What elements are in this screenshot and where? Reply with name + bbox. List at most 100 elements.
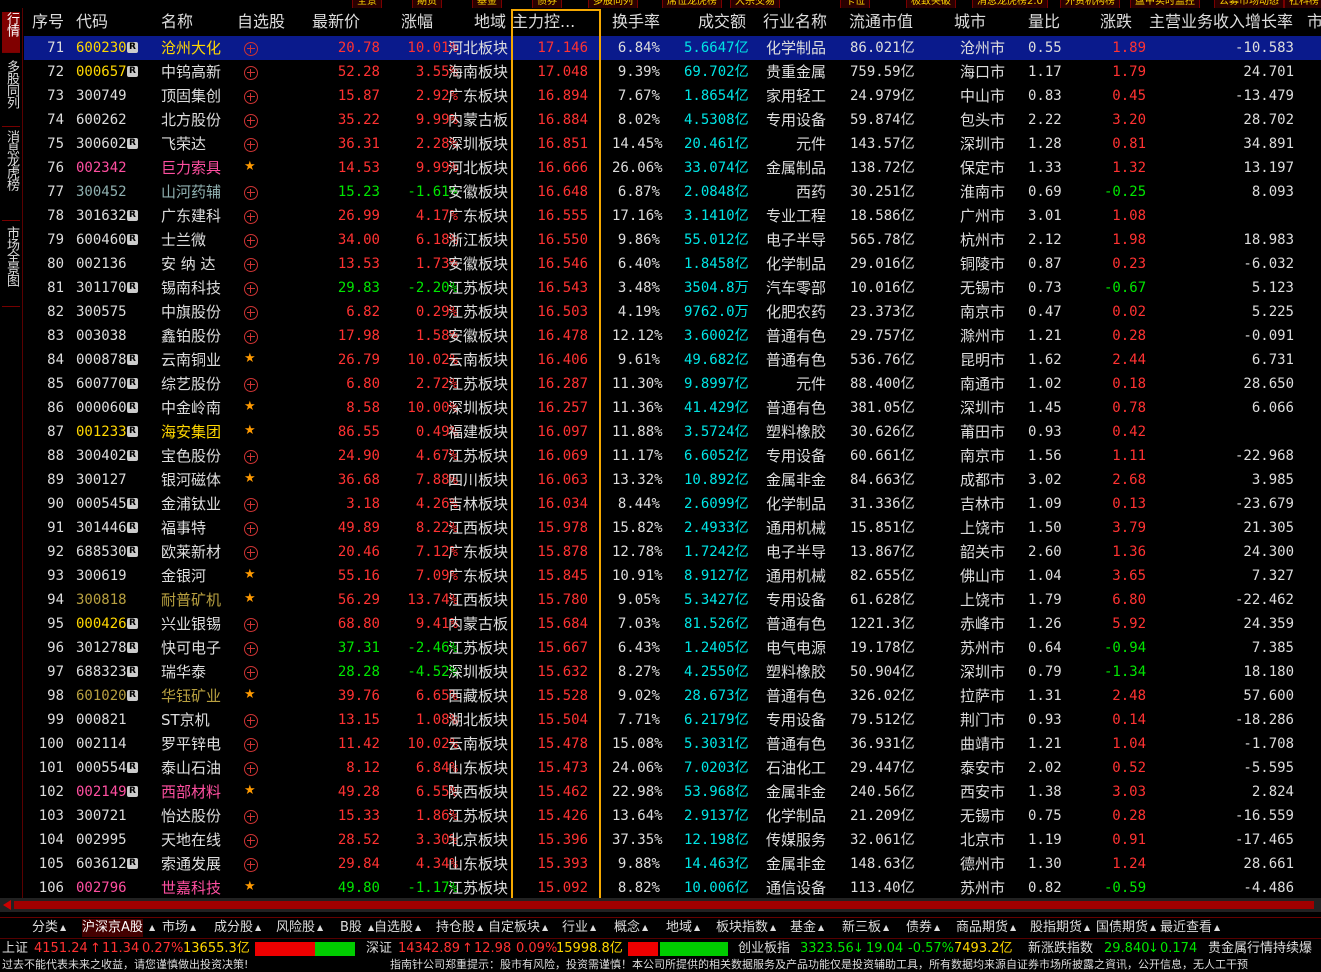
add-watchlist-icon[interactable]: [244, 546, 258, 560]
news-ticker[interactable]: 贵金属行情持续爆: [1208, 939, 1312, 959]
bottom-tab[interactable]: 股指期货: [1030, 919, 1082, 937]
table-row[interactable]: 92 688530 欧莱新材 R 20.46 7.12% 广东板块 15.878 12.78% 1…: [24, 540, 1321, 564]
top-tab[interactable]: 基金: [472, 0, 502, 8]
top-tab[interactable]: 极致突破: [906, 0, 956, 8]
add-watchlist-icon[interactable]: [244, 450, 258, 464]
stock-name[interactable]: 金银河: [161, 564, 206, 588]
table-row[interactable]: 102 002149 西部材料 R ★ 49.28 6.55% 陕西板块 15.462 22.98…: [24, 780, 1321, 804]
stock-name[interactable]: 中钨高新: [161, 60, 221, 84]
sidebar-tab-multi-stock[interactable]: 多股同列: [2, 60, 20, 127]
col-header-revenue-growth[interactable]: 主营业务收入增长率: [1149, 8, 1293, 36]
col-header-region[interactable]: 地域: [474, 8, 506, 36]
table-row[interactable]: 78 301632 广东建科 R 26.99 4.17% 广东板块 16.555 17.16% 3…: [24, 204, 1321, 228]
sidebar-tab-market-panorama[interactable]: 市场全景图: [2, 226, 20, 307]
table-row[interactable]: 73 300749 顶固集创 15.87 2.92% 广东板块 16.894 7.67% 1.8…: [24, 84, 1321, 108]
top-tab[interactable]: 全景: [352, 0, 382, 8]
col-header-change[interactable]: 涨跌: [1100, 8, 1132, 36]
col-header-amount[interactable]: 成交额: [698, 8, 746, 36]
add-watchlist-icon[interactable]: [244, 282, 258, 296]
col-header-float-cap[interactable]: 流通市值: [849, 8, 913, 36]
table-row[interactable]: 86 000060 中金岭南 R ★ 8.58 10.00% 深圳板块 16.257 11.36%…: [24, 396, 1321, 420]
top-tab[interactable]: 期货: [412, 0, 442, 8]
add-watchlist-icon[interactable]: [244, 618, 258, 632]
col-header-extra[interactable]: 市: [1307, 8, 1321, 36]
top-tab[interactable]: 席位龙虎榜: [662, 0, 722, 8]
bottom-tab[interactable]: 新三板: [842, 919, 881, 937]
table-row[interactable]: 93 300619 金银河 ★ 55.16 7.09% 广东板块 15.845 10.91% 8.…: [24, 564, 1321, 588]
horizontal-scrollbar[interactable]: [0, 898, 1321, 912]
add-watchlist-icon[interactable]: [244, 498, 258, 512]
table-row[interactable]: 97 688323 瑞华泰 R 28.28 -4.52% 深圳板块 15.632 8.27% 4.…: [24, 660, 1321, 684]
bottom-tab[interactable]: 持仓股: [436, 919, 475, 937]
stock-name[interactable]: 中金岭南: [161, 396, 221, 420]
table-row[interactable]: 89 300127 银河磁体 ★ 36.68 7.88% 四川板块 16.063 13.32% 1…: [24, 468, 1321, 492]
bottom-tab[interactable]: 分类: [32, 919, 58, 937]
table-row[interactable]: 90 000545 金浦钛业 R 3.18 4.26% 吉林板块 16.034 8.44% 2.6…: [24, 492, 1321, 516]
bottom-tab[interactable]: 基金: [790, 919, 816, 937]
stock-name[interactable]: 兴业银锡: [161, 612, 221, 636]
bottom-tab[interactable]: 板块指数: [716, 919, 768, 937]
table-row[interactable]: 88 300402 宝色股份 R 24.90 4.67% 江苏板块 16.069 11.17% 6…: [24, 444, 1321, 468]
table-row[interactable]: 103 300721 怡达股份 15.33 1.86% 江苏板块 15.426 13.64% 2…: [24, 804, 1321, 828]
stock-name[interactable]: 瑞华泰: [161, 660, 206, 684]
top-tab[interactable]: 债券: [532, 0, 562, 8]
bottom-tab[interactable]: B股: [340, 919, 362, 937]
col-header-volume-ratio[interactable]: 量比: [1028, 8, 1060, 36]
stock-name[interactable]: 北方股份: [161, 108, 221, 132]
add-watchlist-icon[interactable]: [244, 234, 258, 248]
stock-name[interactable]: 宝色股份: [161, 444, 221, 468]
col-header-industry[interactable]: 行业名称: [763, 8, 827, 36]
table-row[interactable]: 99 000821 ST京机 13.15 1.08% 湖北板块 15.504 7.71% 6.2…: [24, 708, 1321, 732]
table-row[interactable]: 96 301278 快可电子 R 37.31 -2.46% 江苏板块 15.667 6.43% 1…: [24, 636, 1321, 660]
add-watchlist-icon[interactable]: [244, 114, 258, 128]
add-watchlist-icon[interactable]: [244, 522, 258, 536]
table-row[interactable]: 71 600230 沧州大化 R 20.78 10.01% 河北板块 17.146 6.84% 5…: [24, 36, 1321, 60]
table-row[interactable]: 87 001233 海安集团 R ★ 86.55 0.49% 福建板块 16.097 11.88%…: [24, 420, 1321, 444]
top-tab[interactable]: 大宗交易: [730, 0, 780, 8]
top-tab[interactable]: 外资机构榜: [1060, 0, 1120, 8]
add-watchlist-icon[interactable]: [244, 258, 258, 272]
stock-name[interactable]: 泰山石油: [161, 756, 221, 780]
table-row[interactable]: 81 301170 锡南科技 R 29.83 -2.20% 江苏板块 16.543 3.48% 3…: [24, 276, 1321, 300]
stock-name[interactable]: 海安集团: [161, 420, 221, 444]
add-watchlist-icon[interactable]: [244, 834, 258, 848]
bottom-tab[interactable]: 成分股: [214, 919, 253, 937]
bottom-tab[interactable]: 自定板块: [488, 919, 540, 937]
stock-name[interactable]: 怡达股份: [161, 804, 221, 828]
table-row[interactable]: 72 000657 中钨高新 R 52.28 3.55% 海南板块 17.048 9.39% 69…: [24, 60, 1321, 84]
col-header-no[interactable]: 序号: [32, 8, 64, 36]
bottom-tab[interactable]: 风险股: [276, 919, 315, 937]
col-header-name[interactable]: 名称: [161, 8, 193, 36]
table-row[interactable]: 100 002114 罗平锌电 11.42 10.02% 云南板块 15.478 15.08%…: [24, 732, 1321, 756]
table-row[interactable]: 95 000426 兴业银锡 R 68.80 9.41% 内蒙古板 15.684 7.03% 81…: [24, 612, 1321, 636]
add-watchlist-icon[interactable]: [244, 306, 258, 320]
top-tab[interactable]: 盘中实时监控: [1130, 0, 1200, 8]
add-watchlist-icon[interactable]: [244, 858, 258, 872]
bottom-tab[interactable]: 沪深京A股: [82, 919, 143, 937]
col-header-code[interactable]: 代码: [76, 8, 108, 36]
add-watchlist-icon[interactable]: [244, 810, 258, 824]
stock-name[interactable]: 鑫铂股份: [161, 324, 221, 348]
top-tab[interactable]: 多股同列: [588, 0, 638, 8]
xz-label[interactable]: 新涨跌指数: [1028, 939, 1093, 959]
top-tab[interactable]: 公募市场动态: [1214, 0, 1284, 8]
add-watchlist-icon[interactable]: [244, 642, 258, 656]
col-header-main-control[interactable]: 主力控...: [512, 8, 575, 36]
stock-name[interactable]: 云南铜业: [161, 348, 221, 372]
table-row[interactable]: 74 600262 北方股份 35.22 9.99% 内蒙古板 16.884 8.02% 4.5…: [24, 108, 1321, 132]
sidebar-tab-news-dragon-tiger[interactable]: 消息龙虎榜2.0: [0, 130, 20, 221]
add-watchlist-icon[interactable]: [244, 378, 258, 392]
sh-label[interactable]: 上证: [2, 939, 28, 959]
stock-name[interactable]: 安 纳 达: [161, 252, 216, 276]
table-row[interactable]: 77 300452 山河药辅 15.23 -1.61% 安徽板块 16.648 6.87% 2.…: [24, 180, 1321, 204]
stock-name[interactable]: 索通发展: [161, 852, 221, 876]
stock-name[interactable]: 综艺股份: [161, 372, 221, 396]
table-row[interactable]: 85 600770 综艺股份 R 6.80 2.72% 江苏板块 16.287 11.30% 9.…: [24, 372, 1321, 396]
stock-name[interactable]: 士兰微: [161, 228, 206, 252]
table-row[interactable]: 106 002796 世嘉科技 ★ 49.80 -1.17% 江苏板块 15.092 8.82%…: [24, 876, 1321, 900]
stock-name[interactable]: ST京机: [161, 708, 210, 732]
stock-name[interactable]: 锡南科技: [161, 276, 221, 300]
table-row[interactable]: 105 603612 索通发展 R 29.84 4.34% 山东板块 15.393 9.88% 1…: [24, 852, 1321, 876]
stock-name[interactable]: 世嘉科技: [161, 876, 221, 900]
add-watchlist-icon[interactable]: [244, 138, 258, 152]
